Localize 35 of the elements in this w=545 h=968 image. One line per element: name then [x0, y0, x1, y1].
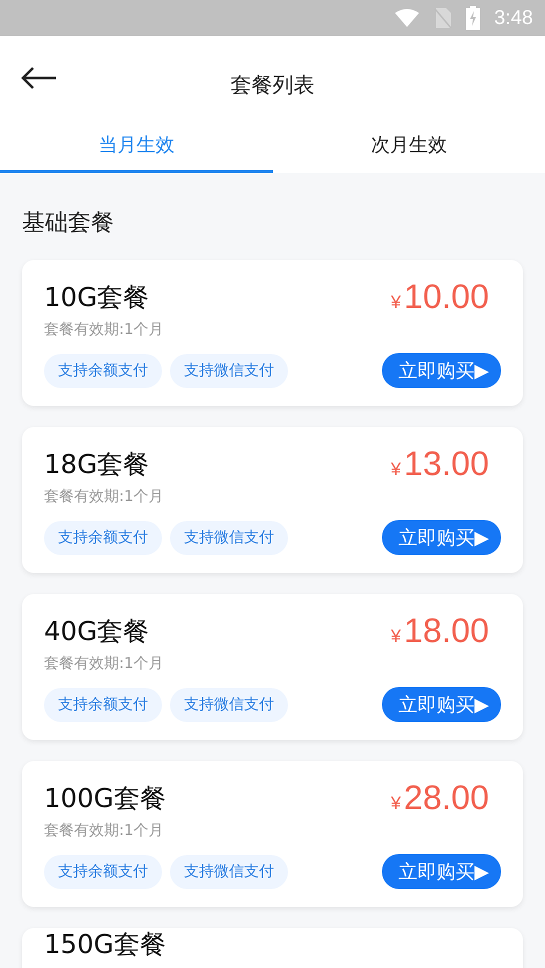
payment-tag: 支持微信支付	[170, 354, 288, 388]
payment-tag: 支持微信支付	[170, 688, 288, 722]
section-title: 基础套餐	[22, 209, 115, 238]
clock-time: 3:48	[494, 6, 533, 30]
plan-name: 40G套餐	[44, 616, 150, 648]
buy-now-button[interactable]: 立即购买▶	[382, 353, 501, 388]
payment-tag: 支持余额支付	[44, 854, 162, 888]
payment-tag: 支持余额支付	[44, 688, 162, 722]
plan-name: 10G套餐	[44, 282, 150, 314]
plan-price: ¥28.00	[390, 778, 489, 818]
back-arrow-icon	[20, 66, 58, 90]
plan-name: 100G套餐	[44, 782, 166, 816]
plan-name: 150G套餐	[44, 928, 166, 962]
plan-price: ¥10.00	[390, 278, 489, 316]
buy-now-button[interactable]: 立即购买▶	[382, 854, 501, 889]
payment-tag: 支持微信支付	[170, 854, 288, 888]
plan-price: ¥18.00	[390, 612, 489, 650]
plan-price: ¥13.00	[390, 444, 489, 484]
wifi-icon	[394, 8, 420, 28]
validity-text: 套餐有效期:1个月	[44, 320, 165, 339]
payment-tag: 支持余额支付	[44, 520, 162, 554]
payment-tag: 支持余额支付	[44, 354, 162, 388]
validity-text: 套餐有效期:1个月	[44, 487, 165, 506]
payment-tag: 支持微信支付	[170, 520, 288, 554]
no-sim-icon	[434, 7, 452, 29]
validity-text: 套餐有效期:1个月	[44, 821, 165, 840]
page-title: 套餐列表	[230, 72, 314, 99]
validity-text: 套餐有效期:1个月	[44, 654, 165, 673]
buy-now-button[interactable]: 立即购买▶	[382, 687, 501, 722]
plan-name: 18G套餐	[44, 448, 150, 482]
buy-now-button[interactable]: 立即购买▶	[382, 520, 501, 555]
battery-charging-icon	[466, 6, 480, 30]
tab[interactable]: 当月生效	[0, 118, 272, 173]
tab[interactable]: 次月生效	[272, 118, 545, 173]
back-button[interactable]	[20, 66, 58, 90]
